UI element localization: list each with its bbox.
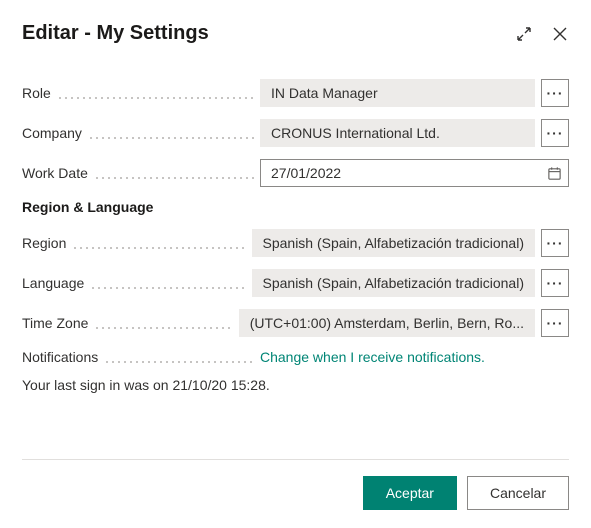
workdate-input[interactable]: 27/01/2022 — [260, 159, 569, 187]
language-field[interactable]: Spanish (Spain, Alfabetización tradicion… — [252, 269, 536, 297]
role-label: Role — [22, 85, 51, 101]
language-label: Language — [22, 275, 84, 291]
role-assist-button[interactable]: ··· — [541, 79, 569, 107]
workdate-label: Work Date — [22, 165, 88, 181]
timezone-label: Time Zone — [22, 315, 88, 331]
timezone-field[interactable]: (UTC+01:00) Amsterdam, Berlin, Bern, Ro.… — [239, 309, 535, 337]
close-icon[interactable] — [551, 25, 569, 43]
dots-separator — [104, 350, 254, 364]
workdate-value: 27/01/2022 — [271, 165, 540, 181]
dots-separator — [88, 126, 254, 140]
dots-separator — [94, 166, 254, 180]
dots-separator — [57, 86, 254, 100]
language-assist-button[interactable]: ··· — [541, 269, 569, 297]
calendar-icon[interactable] — [540, 160, 568, 186]
region-field[interactable]: Spanish (Spain, Alfabetización tradicion… — [252, 229, 536, 257]
dots-separator — [94, 316, 232, 330]
dots-separator — [72, 236, 245, 250]
company-field[interactable]: CRONUS International Ltd. — [260, 119, 535, 147]
role-field[interactable]: IN Data Manager — [260, 79, 535, 107]
last-signin-info: Your last sign in was on 21/10/20 15:28. — [22, 377, 569, 393]
notifications-link[interactable]: Change when I receive notifications. — [260, 349, 485, 365]
company-assist-button[interactable]: ··· — [541, 119, 569, 147]
company-label: Company — [22, 125, 82, 141]
region-label: Region — [22, 235, 66, 251]
cancel-button[interactable]: Cancelar — [467, 476, 569, 510]
dots-separator — [90, 276, 245, 290]
notifications-label: Notifications — [22, 349, 98, 365]
accept-button[interactable]: Aceptar — [363, 476, 457, 510]
page-title: Editar - My Settings — [22, 22, 515, 45]
section-title-region-language: Region & Language — [22, 199, 569, 215]
expand-icon[interactable] — [515, 25, 533, 43]
timezone-assist-button[interactable]: ··· — [541, 309, 569, 337]
region-assist-button[interactable]: ··· — [541, 229, 569, 257]
